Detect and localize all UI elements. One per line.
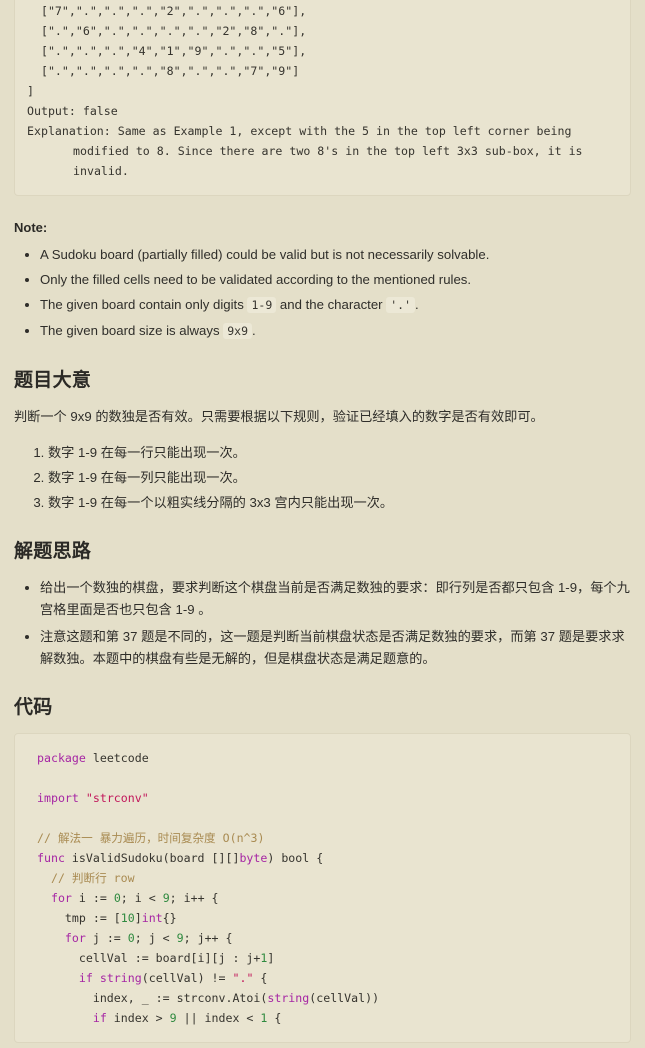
- explanation-line: Explanation: Same as Example 1, except w…: [27, 124, 590, 178]
- list-item: 数字 1-9 在每一列只能出现一次。: [48, 467, 631, 489]
- list-item: The given board contain only digits 1-9 …: [40, 293, 631, 317]
- board-row-3: [".",".",".","4","1","9",".",".","5"],: [27, 44, 307, 58]
- document-page: ["7",".",".",".","2",".",".",".","6"], […: [0, 0, 645, 1043]
- solution-code-block: package leetcode import "strconv" // 解法一…: [14, 733, 631, 1043]
- inline-code: 9x9: [223, 323, 253, 339]
- inline-code: '.': [386, 297, 415, 313]
- note-item-text: Only the filled cells need to be validat…: [40, 272, 472, 287]
- code-line: cellVal := board[i][j : j+1]: [37, 951, 275, 965]
- inline-code: 1-9: [247, 297, 277, 313]
- board-row-2: [".","6",".",".",".",".","2","8","."],: [27, 24, 307, 38]
- board-row-1: ["7",".",".",".","2",".",".",".","6"],: [27, 4, 307, 18]
- list-item: 给出一个数独的棋盘，要求判断这个棋盘当前是否满足数独的要求：即行列是否都只包含 …: [40, 577, 631, 621]
- note-list: A Sudoku board (partially filled) could …: [14, 243, 631, 343]
- board-row-4: [".",".",".",".","8",".",".","7","9"]: [27, 64, 300, 78]
- summary-rules-list: 数字 1-9 在每一行只能出现一次。 数字 1-9 在每一列只能出现一次。 数字…: [14, 442, 631, 514]
- note-item-text: A Sudoku board (partially filled) could …: [40, 247, 490, 262]
- note-item-text-end: .: [415, 297, 419, 312]
- code-line: package leetcode: [37, 751, 149, 765]
- note-label: Note:: [14, 220, 48, 235]
- list-item: Only the filled cells need to be validat…: [40, 268, 631, 291]
- code-line: if string(cellVal) != "." {: [78, 971, 268, 985]
- note-item-text: The given board size is always: [40, 323, 224, 338]
- code-line: index, _ := strconv.Atoi(string(cellVal)…: [37, 991, 380, 1005]
- code-line: if index > 9 || index < 1 {: [92, 1011, 282, 1025]
- board-close-bracket: ]: [27, 84, 34, 98]
- code-line: for i := 0; i < 9; i++ {: [50, 891, 219, 905]
- code-line: // 判断行 row: [50, 871, 135, 885]
- approach-list: 给出一个数独的棋盘，要求判断这个棋盘当前是否满足数独的要求：即行列是否都只包含 …: [14, 577, 631, 670]
- output-line: Output: false: [27, 104, 118, 118]
- code-line: func isValidSudoku(board [][]byte) bool …: [37, 851, 324, 865]
- list-item: A Sudoku board (partially filled) could …: [40, 243, 631, 266]
- code-line: tmp := [10]int{}: [37, 911, 177, 925]
- list-item: The given board size is always 9x9.: [40, 319, 631, 343]
- example-code-block: ["7",".",".",".","2",".",".",".","6"], […: [14, 0, 631, 196]
- note-item-text-mid: and the character: [276, 297, 387, 312]
- note-item-text-end: .: [252, 323, 256, 338]
- code-line: // 解法一 暴力遍历，时间复杂度 O(n^3): [37, 831, 265, 845]
- section-heading-summary: 题目大意: [14, 370, 92, 391]
- section-heading-approach: 解题思路: [14, 541, 92, 562]
- code-line: for j := 0; j < 9; j++ {: [64, 931, 233, 945]
- code-line: import "strconv": [37, 791, 149, 805]
- note-item-text: The given board contain only digits: [40, 297, 248, 312]
- list-item: 数字 1-9 在每一行只能出现一次。: [48, 442, 631, 464]
- list-item: 注意这题和第 37 题是不同的，这一题是判断当前棋盘状态是否满足数独的要求，而第…: [40, 626, 631, 670]
- summary-paragraph: 判断一个 9x9 的数独是否有效。只需要根据以下规则，验证已经填入的数字是否有效…: [14, 409, 544, 424]
- section-heading-code: 代码: [14, 697, 53, 718]
- list-item: 数字 1-9 在每一个以粗实线分隔的 3x3 宫内只能出现一次。: [48, 492, 631, 514]
